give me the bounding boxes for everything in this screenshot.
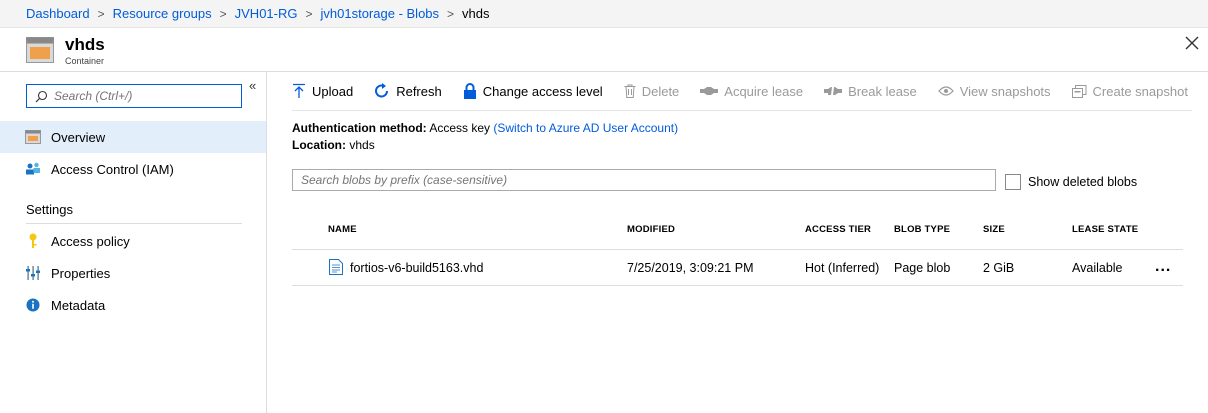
column-header-modified[interactable]: MODIFIED bbox=[627, 224, 675, 235]
page-title: vhds bbox=[65, 35, 105, 54]
sidebar-item-access-control[interactable]: Access Control (IAM) bbox=[0, 153, 266, 185]
break-lease-label: Break lease bbox=[848, 83, 917, 99]
sidebar: « Overview Access Control (IAM) Settings… bbox=[0, 72, 267, 413]
view-snapshots-label: View snapshots bbox=[959, 83, 1051, 99]
breadcrumb: Dashboard > Resource groups > JVH01-RG >… bbox=[0, 0, 1208, 28]
refresh-button[interactable]: Refresh bbox=[374, 83, 442, 99]
breadcrumb-separator: > bbox=[305, 6, 313, 21]
sidebar-item-label: Access policy bbox=[51, 233, 130, 249]
table-divider bbox=[292, 285, 1183, 286]
people-icon bbox=[25, 161, 41, 177]
location-line: Location: vhds bbox=[292, 138, 375, 152]
column-header-lease-state[interactable]: LEASE STATE bbox=[1072, 224, 1138, 235]
blob-lease-state: Available bbox=[1072, 261, 1123, 275]
more-options-button[interactable]: ... bbox=[1155, 258, 1171, 276]
auth-method-line: Authentication method: Access key (Switc… bbox=[292, 121, 678, 135]
toolbar: Upload Refresh Change access level Delet… bbox=[267, 72, 1208, 110]
blob-name[interactable]: fortios-v6-build5163.vhd bbox=[350, 261, 483, 275]
breadcrumb-dashboard[interactable]: Dashboard bbox=[26, 6, 90, 21]
sidebar-search[interactable] bbox=[26, 84, 242, 108]
sidebar-item-label: Metadata bbox=[51, 297, 106, 313]
column-header-size[interactable]: SIZE bbox=[983, 224, 1005, 235]
delete-button[interactable]: Delete bbox=[624, 83, 680, 99]
lock-icon bbox=[463, 83, 476, 99]
break-lease-icon bbox=[824, 87, 843, 95]
container-icon bbox=[26, 37, 54, 63]
blob-search-input[interactable] bbox=[301, 173, 981, 187]
search-input[interactable] bbox=[54, 89, 234, 103]
sidebar-item-overview[interactable]: Overview bbox=[0, 121, 266, 153]
create-snapshot-label: Create snapshot bbox=[1092, 83, 1188, 99]
close-icon[interactable] bbox=[1184, 35, 1200, 51]
breadcrumb-storage-blobs[interactable]: jvh01storage - Blobs bbox=[321, 6, 440, 21]
show-deleted-checkbox[interactable] bbox=[1005, 174, 1021, 190]
sidebar-item-access-policy[interactable]: Access policy bbox=[0, 225, 266, 257]
blade-header: vhds Container bbox=[0, 28, 1208, 72]
breadcrumb-separator: > bbox=[97, 6, 105, 21]
column-header-blob-type[interactable]: BLOB TYPE bbox=[894, 224, 950, 235]
breadcrumb-resource-group[interactable]: JVH01-RG bbox=[235, 6, 298, 21]
auth-method-label: Authentication method: bbox=[292, 121, 427, 135]
sliders-icon bbox=[25, 265, 41, 281]
upload-label: Upload bbox=[312, 83, 354, 99]
file-icon bbox=[329, 259, 343, 275]
blob-access-tier: Hot (Inferred) bbox=[805, 261, 880, 275]
create-snapshot-button[interactable]: Create snapshot bbox=[1071, 83, 1188, 99]
column-header-name[interactable]: NAME bbox=[328, 224, 357, 235]
sidebar-item-properties[interactable]: Properties bbox=[0, 257, 266, 289]
collapse-sidebar-button[interactable]: « bbox=[249, 78, 256, 93]
main-content: Upload Refresh Change access level Delet… bbox=[267, 72, 1208, 413]
search-icon bbox=[35, 90, 48, 102]
sidebar-item-label: Properties bbox=[51, 265, 111, 281]
lease-icon bbox=[700, 87, 719, 95]
breadcrumb-separator: > bbox=[219, 6, 227, 21]
breadcrumb-resource-groups[interactable]: Resource groups bbox=[113, 6, 212, 21]
blob-modified: 7/25/2019, 3:09:21 PM bbox=[627, 261, 754, 275]
toolbar-divider bbox=[292, 110, 1192, 111]
blob-type: Page blob bbox=[894, 261, 951, 275]
sidebar-item-metadata[interactable]: Metadata bbox=[0, 289, 266, 321]
acquire-lease-button[interactable]: Acquire lease bbox=[700, 84, 803, 99]
container-icon bbox=[25, 129, 41, 145]
location-label: Location: bbox=[292, 138, 346, 152]
sidebar-item-label: Access Control (IAM) bbox=[51, 161, 174, 177]
refresh-label: Refresh bbox=[396, 83, 442, 99]
view-snapshots-button[interactable]: View snapshots bbox=[937, 83, 1051, 99]
table-row[interactable]: fortios-v6-build5163.vhd 7/25/2019, 3:09… bbox=[292, 250, 1183, 285]
delete-label: Delete bbox=[641, 83, 680, 99]
page-subtitle: Container bbox=[65, 56, 105, 66]
snapshot-icon bbox=[1071, 85, 1087, 98]
key-icon bbox=[25, 233, 41, 249]
sidebar-item-label: Overview bbox=[51, 129, 106, 145]
show-deleted-label: Show deleted blobs bbox=[1028, 175, 1138, 189]
upload-button[interactable]: Upload bbox=[292, 83, 353, 99]
info-icon bbox=[25, 297, 41, 313]
eye-icon bbox=[937, 86, 954, 96]
section-divider bbox=[26, 223, 242, 224]
break-lease-button[interactable]: Break lease bbox=[824, 84, 917, 99]
auth-method-value: Access key bbox=[429, 121, 491, 135]
location-value: vhds bbox=[349, 138, 375, 152]
blob-size: 2 GiB bbox=[983, 261, 1015, 275]
settings-section-title: Settings bbox=[26, 202, 73, 217]
refresh-icon bbox=[375, 83, 389, 98]
change-access-level-button[interactable]: Change access level bbox=[463, 83, 603, 99]
column-header-access-tier[interactable]: ACCESS TIER bbox=[805, 224, 871, 235]
breadcrumb-current: vhds bbox=[462, 6, 490, 21]
acquire-lease-label: Acquire lease bbox=[724, 83, 804, 99]
upload-icon bbox=[293, 83, 305, 98]
change-access-level-label: Change access level bbox=[482, 83, 603, 99]
breadcrumb-separator: > bbox=[447, 6, 455, 21]
trash-icon bbox=[624, 84, 636, 98]
blob-prefix-search[interactable] bbox=[292, 169, 996, 191]
switch-auth-link[interactable]: (Switch to Azure AD User Account) bbox=[493, 121, 678, 135]
